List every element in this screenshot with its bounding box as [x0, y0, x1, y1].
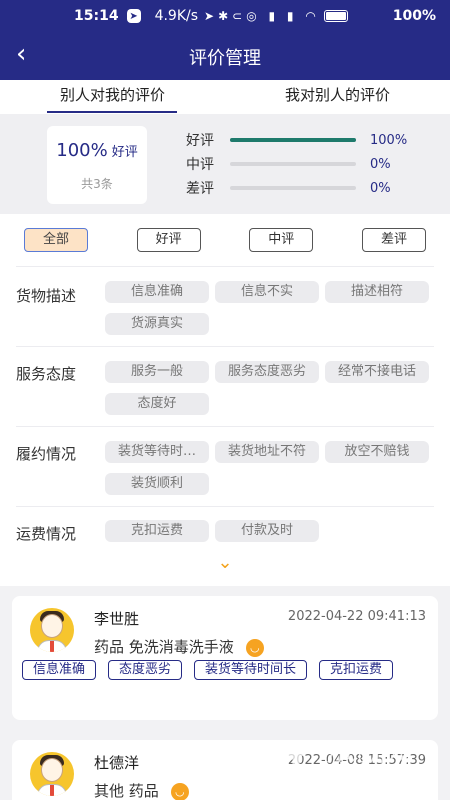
review-tag: 装货等待时间长: [194, 660, 308, 680]
tab-bar: 别人对我的评价 我对别人的评价: [0, 80, 450, 114]
tag-chip[interactable]: 信息不实: [215, 281, 319, 303]
rate-label: 好评: [186, 133, 214, 149]
category-label: 履约情况: [16, 445, 77, 463]
tag-chip[interactable]: 经常不接电话: [325, 361, 429, 383]
rate-bar: [230, 186, 356, 190]
status-time: 15:14: [74, 8, 119, 24]
filter-bad-button[interactable]: 差评: [361, 228, 426, 252]
tab-given-reviews[interactable]: 我对别人的评价: [225, 80, 450, 114]
rate-value: 0%: [370, 180, 391, 196]
chip-group: 信息准确 信息不实 描述相符 货源真实: [105, 281, 435, 345]
battery-level: 100%: [392, 8, 436, 24]
watermark-sub: Rengwan Games: [324, 766, 415, 777]
tag-chip[interactable]: 装货地址不符: [215, 441, 319, 463]
rate-value: 0%: [370, 156, 391, 172]
review-tag: 克扣运费: [319, 660, 394, 680]
review-tag: 态度恶劣: [108, 660, 183, 680]
telegram-icon: ➤: [126, 9, 141, 23]
review-card[interactable]: 李世胜 2022-04-22 09:41:13 药品 免洗消毒洗手液 ◡ 信息准确…: [12, 596, 438, 720]
category-label: 服务态度: [16, 365, 77, 383]
rate-row-medium: 中评 0%: [186, 154, 426, 174]
smile-icon: ◡: [170, 782, 189, 800]
review-tags: 信息准确 态度恶劣 装货等待时间长 克扣运费: [22, 660, 432, 688]
tag-chip[interactable]: 克扣运费: [105, 520, 209, 542]
watermark: π 仍玩游戏 Rengwan Games: [274, 736, 444, 790]
tag-chip[interactable]: 描述相符: [325, 281, 429, 303]
category-label: 货物描述: [16, 287, 77, 305]
tag-chip[interactable]: 服务态度恶劣: [215, 361, 319, 383]
goods-info: 其他 药品 ◡: [94, 780, 189, 800]
category-label: 运费情况: [16, 525, 77, 543]
score-card: 100% 好评 共3条: [47, 126, 147, 204]
avatar: [30, 752, 74, 796]
filter-panel: 全部 好评 中评 差评 货物描述 信息准确 信息不实 描述相符 货源真实 服务态…: [0, 214, 450, 586]
smile-icon: ◡: [245, 638, 264, 657]
watermark-logo-icon: π: [274, 737, 306, 783]
battery-icon: [323, 10, 348, 22]
tag-chip[interactable]: 装货等待时…: [105, 441, 209, 463]
watermark-brand: 仍玩游戏: [322, 742, 410, 766]
rate-label: 中评: [186, 157, 214, 173]
rate-value: 100%: [370, 132, 408, 148]
chevron-down-icon[interactable]: ⌄: [215, 554, 235, 572]
filter-medium-button[interactable]: 中评: [249, 228, 314, 252]
filter-all-button[interactable]: 全部: [24, 228, 88, 252]
tag-chip[interactable]: 放空不赔钱: [325, 441, 429, 463]
tab-received-reviews[interactable]: 别人对我的评价: [0, 80, 225, 114]
reviewer-name: 杜德洋: [94, 754, 140, 772]
nav-bar: ‹ 评价管理: [0, 32, 450, 80]
chip-group: 服务一般 服务态度恶劣 经常不接电话 态度好: [105, 361, 435, 425]
good-rate: 100% 好评: [56, 140, 138, 161]
filter-good-button[interactable]: 好评: [136, 228, 201, 252]
rate-row-good: 好评 100%: [186, 130, 426, 150]
network-speed: 4.9K/s: [154, 8, 199, 24]
tag-chip[interactable]: 态度好: [105, 393, 209, 415]
tag-chip[interactable]: 付款及时: [215, 520, 319, 542]
rate-label: 差评: [186, 181, 214, 197]
status-icons: ➤✱⊂◎ ▮ ▮ ◠: [204, 9, 320, 23]
category-service-attitude: 服务态度 服务一般 服务态度恶劣 经常不接电话 态度好: [16, 346, 434, 426]
tag-chip[interactable]: 货源真实: [105, 313, 209, 335]
category-fulfillment: 履约情况 装货等待时… 装货地址不符 放空不赔钱 装货顺利: [16, 426, 434, 506]
category-goods-description: 货物描述 信息准确 信息不实 描述相符 货源真实: [16, 266, 434, 346]
category-freight: 运费情况 克扣运费 付款及时: [16, 506, 434, 552]
reviewer-name: 李世胜: [94, 610, 140, 628]
avatar: [30, 608, 74, 652]
rate-row-bad: 差评 0%: [186, 178, 426, 198]
tag-chip[interactable]: 装货顺利: [105, 473, 209, 495]
review-total: 共3条: [81, 177, 113, 191]
goods-info: 药品 免洗消毒洗手液 ◡: [94, 636, 264, 657]
rate-bar: [230, 162, 356, 166]
tag-chip[interactable]: 服务一般: [105, 361, 209, 383]
status-bar: 15:14 ➤ 4.9K/s ➤✱⊂◎ ▮ ▮ ◠ 100%: [0, 0, 450, 32]
page-title: 评价管理: [189, 48, 261, 69]
rate-bar: [230, 138, 356, 142]
rating-filter: 全部 好评 中评 差评: [24, 228, 426, 252]
review-time: 2022-04-22 09:41:13: [287, 609, 426, 624]
rate-bar-fill: [230, 138, 356, 142]
chip-group: 装货等待时… 装货地址不符 放空不赔钱 装货顺利: [105, 441, 435, 505]
chip-group: 克扣运费 付款及时: [105, 520, 435, 552]
tag-chip[interactable]: 信息准确: [105, 281, 209, 303]
review-tag: 信息准确: [22, 660, 97, 680]
rating-summary: 100% 好评 共3条 好评 100% 中评 0% 差评 0%: [0, 114, 450, 214]
